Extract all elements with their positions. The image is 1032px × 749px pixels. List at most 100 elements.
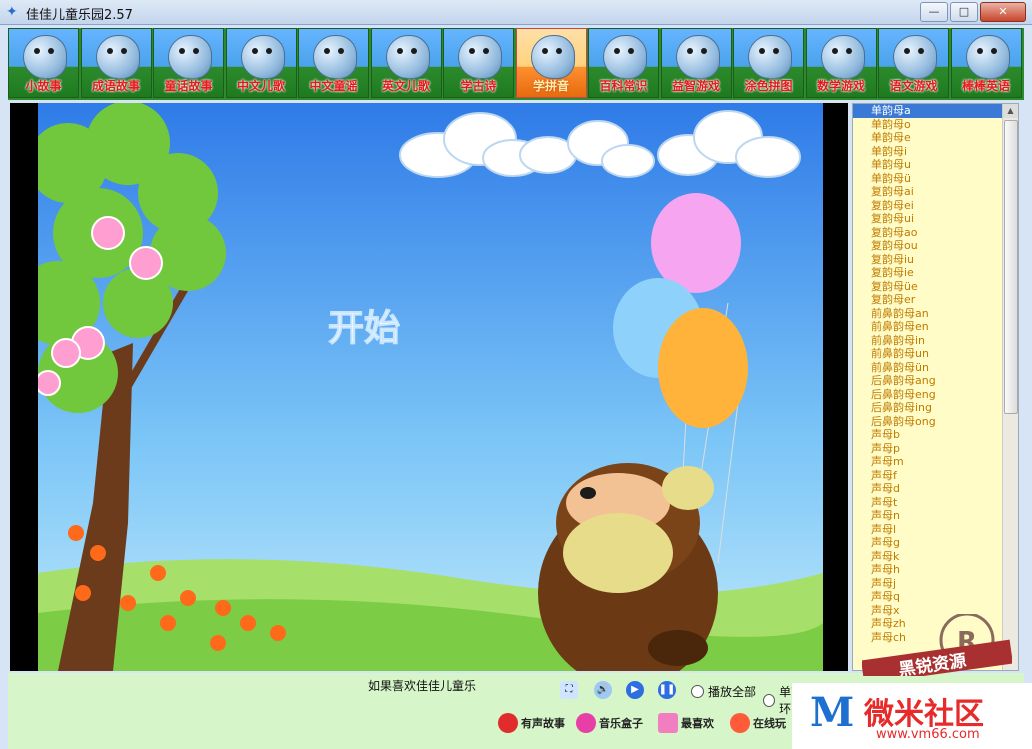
list-item[interactable]: 声母m <box>853 455 1018 469</box>
list-item[interactable]: 声母d <box>853 482 1018 496</box>
tab-label: 数学游戏 <box>816 79 865 93</box>
dragon-mascot-icon <box>168 35 212 79</box>
list-item[interactable]: 复韵母ei <box>853 199 1018 213</box>
tab-2[interactable]: 童话故事 <box>153 28 224 98</box>
scroll-thumb[interactable] <box>1004 120 1018 414</box>
girl-icon <box>498 713 518 733</box>
volume-icon[interactable]: 🔊 <box>594 681 612 699</box>
maximize-button[interactable]: □ <box>950 2 978 22</box>
list-item[interactable]: 复韵母er <box>853 293 1018 307</box>
minimize-button[interactable]: — <box>920 2 948 22</box>
dragon-mascot-icon <box>820 35 865 79</box>
tab-label: 百科常识 <box>599 79 648 93</box>
list-item[interactable]: 后鼻韵母eng <box>853 388 1018 402</box>
list-item[interactable]: 后鼻韵母ong <box>853 415 1018 429</box>
tab-label: 益智游戏 <box>671 79 720 93</box>
site-watermark: M 微米社区 www.vm66.com <box>792 683 1032 749</box>
list-item[interactable]: 声母p <box>853 442 1018 456</box>
link-music-box[interactable]: 音乐盒子 <box>576 713 643 733</box>
radio-play-all[interactable]: 播放全部 <box>691 683 756 700</box>
site-url: www.vm66.com <box>876 727 980 742</box>
pause-icon[interactable]: ❚❚ <box>658 681 676 699</box>
list-item[interactable]: 复韵母ai <box>853 185 1018 199</box>
dragon-mascot-icon <box>965 35 1010 79</box>
link-audio-stories[interactable]: 有声故事 <box>498 713 565 733</box>
list-item[interactable]: 复韵母ou <box>853 239 1018 253</box>
list-item[interactable]: 单韵母a <box>853 104 1018 118</box>
close-button[interactable]: ✕ <box>980 2 1026 22</box>
tab-8[interactable]: 百科常识 <box>588 28 659 98</box>
animation-stage[interactable]: 开始 <box>10 103 848 671</box>
list-item[interactable]: 声母j <box>853 577 1018 591</box>
music-box-icon <box>576 713 596 733</box>
dragon-mascot-icon <box>313 35 357 79</box>
dragon-mascot-icon <box>95 35 140 79</box>
dragon-mascot-icon <box>385 35 430 79</box>
list-scrollbar[interactable]: ▲ <box>1002 104 1018 670</box>
radio-dot-icon[interactable] <box>691 685 704 698</box>
list-item[interactable]: 声母b <box>853 428 1018 442</box>
list-item[interactable]: 前鼻韵母un <box>853 347 1018 361</box>
play-icon[interactable]: ▶ <box>626 681 644 699</box>
list-item[interactable]: 声母l <box>853 523 1018 537</box>
list-item[interactable]: 前鼻韵母in <box>853 334 1018 348</box>
list-item[interactable]: 声母h <box>853 563 1018 577</box>
list-item[interactable]: 单韵母ü <box>853 172 1018 186</box>
dragon-mascot-icon <box>748 35 792 79</box>
tab-label: 棒棒英语 <box>961 79 1010 93</box>
monkey <box>538 463 718 671</box>
list-item[interactable]: 声母t <box>853 496 1018 510</box>
tab-1[interactable]: 成语故事 <box>80 28 152 98</box>
list-item[interactable]: 复韵母ao <box>853 226 1018 240</box>
pinyin-list[interactable]: 单韵母a 单韵母o 单韵母e 单韵母i 单韵母u 单韵母ü 复韵母ai 复韵母ei 复韵母ui 复… <box>852 103 1019 671</box>
list-item[interactable]: 声母f <box>853 469 1018 483</box>
app-icon: ✦ <box>6 4 18 20</box>
list-item[interactable]: 单韵母i <box>853 145 1018 159</box>
tab-3[interactable]: 中文儿歌 <box>225 28 297 98</box>
tab-label: 语文游戏 <box>889 79 938 93</box>
list-item[interactable]: 声母n <box>853 509 1018 523</box>
tab-7[interactable]: 学拼音 <box>515 28 587 98</box>
list-item[interactable]: 后鼻韵母ing <box>853 401 1018 415</box>
link-label: 在线玩 <box>753 717 786 730</box>
tab-12[interactable]: 语文游戏 <box>878 28 949 98</box>
tab-13[interactable]: 棒棒英语 <box>950 28 1022 98</box>
watermark-stamp: R 黑锐资源 <box>862 614 1012 676</box>
tab-11[interactable]: 数学游戏 <box>805 28 877 98</box>
dragon-mascot-icon <box>603 35 647 79</box>
radio-dot-icon[interactable] <box>763 693 776 707</box>
tab-9[interactable]: 益智游戏 <box>660 28 732 98</box>
list-item[interactable]: 前鼻韵母an <box>853 307 1018 321</box>
list-item[interactable]: 声母k <box>853 550 1018 564</box>
list-item[interactable]: 单韵母u <box>853 158 1018 172</box>
tab-5[interactable]: 英文儿歌 <box>370 28 442 98</box>
tab-6[interactable]: 学古诗 <box>443 28 514 98</box>
tab-label: 英文儿歌 <box>381 79 430 93</box>
list-item[interactable]: 复韵母ui <box>853 212 1018 226</box>
link-favorites[interactable]: 最喜欢 <box>658 713 714 733</box>
list-item[interactable]: 单韵母e <box>853 131 1018 145</box>
tab-label: 学拼音 <box>532 79 569 93</box>
list-item[interactable]: 复韵母üe <box>853 280 1018 294</box>
tab-0[interactable]: 小故事 <box>8 28 79 98</box>
list-item[interactable]: 后鼻韵母ang <box>853 374 1018 388</box>
list-item[interactable]: 单韵母o <box>853 118 1018 132</box>
fullscreen-icon[interactable]: ⛶ <box>560 681 578 699</box>
dragon-mascot-icon <box>240 35 285 79</box>
list-item[interactable]: 声母q <box>853 590 1018 604</box>
list-item[interactable]: 复韵母iu <box>853 253 1018 267</box>
pinyin-scene[interactable]: 开始 <box>38 103 823 671</box>
list-item[interactable]: 前鼻韵母en <box>853 320 1018 334</box>
list-item[interactable]: 前鼻韵母ün <box>853 361 1018 375</box>
list-item[interactable]: 复韵母ie <box>853 266 1018 280</box>
link-play-online[interactable]: 在线玩 <box>730 713 786 733</box>
list-item[interactable]: 声母g <box>853 536 1018 550</box>
title-bar: ✦ 佳佳儿童乐园2.57 — □ ✕ <box>0 0 1032 25</box>
tab-10[interactable]: 涂色拼图 <box>733 28 804 98</box>
tab-4[interactable]: 中文童谣 <box>298 28 369 98</box>
radio-play-all-label: 播放全部 <box>708 685 757 699</box>
start-label[interactable]: 开始 <box>327 308 400 350</box>
status-text: 如果喜欢佳佳儿童乐 <box>368 679 477 693</box>
dragon-mascot-icon <box>893 35 937 79</box>
scroll-up-icon[interactable]: ▲ <box>1003 104 1018 118</box>
